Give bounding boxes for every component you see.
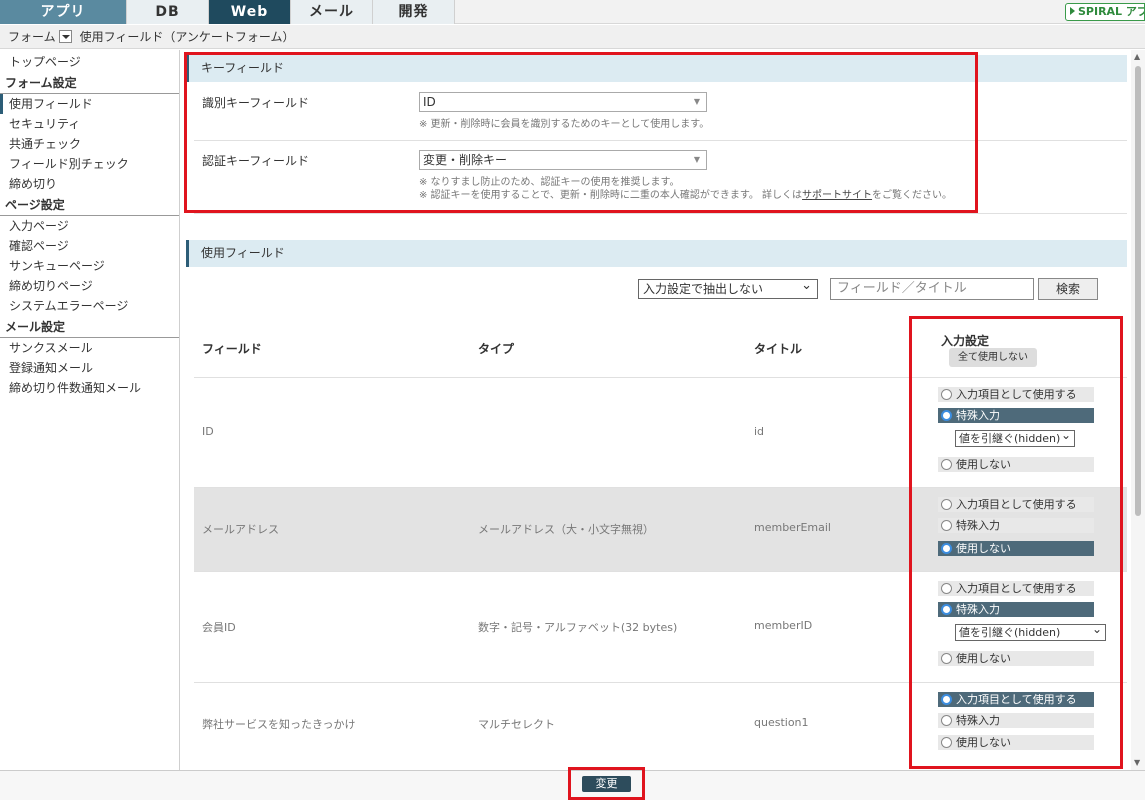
sidebar: トップページ フォーム設定 使用フィールド セキュリティ 共通チェック フィール…	[0, 50, 180, 770]
row-title: question1	[754, 716, 809, 729]
sidebar-item-deadline-page[interactable]: 締め切りページ	[0, 276, 179, 296]
row-title: id	[754, 425, 765, 438]
brand-logo[interactable]: SPIRAL アプリ	[1065, 3, 1145, 21]
search-input[interactable]: フィールド／タイトル	[830, 278, 1034, 300]
sidebar-heading-page: ページ設定	[0, 194, 179, 216]
header-title: タイトル	[754, 342, 803, 356]
row-field: メールアドレス	[202, 523, 279, 536]
tab-app[interactable]: アプリ	[0, 0, 127, 24]
play-icon	[1070, 7, 1075, 15]
scrollbar[interactable]: ▲ ▼	[1131, 50, 1145, 770]
scroll-thumb[interactable]	[1135, 66, 1141, 516]
row-type: マルチセレクト	[478, 718, 555, 731]
sidebar-item-thanks-mail[interactable]: サンクスメール	[0, 338, 179, 358]
row-field: ID	[202, 425, 214, 438]
input-filter-select[interactable]: 入力設定で抽出しない	[638, 277, 818, 299]
tab-web[interactable]: Web	[209, 0, 291, 24]
scroll-up-icon[interactable]: ▲	[1134, 52, 1140, 61]
scroll-down-icon[interactable]: ▼	[1134, 758, 1140, 767]
sidebar-item-top[interactable]: トップページ	[0, 52, 179, 72]
search-button[interactable]: 検索	[1038, 278, 1098, 300]
row-type: 数字・記号・アルファベット(32 bytes)	[478, 621, 678, 634]
sidebar-heading-form: フォーム設定	[0, 72, 179, 94]
breadcrumb-root[interactable]: フォーム	[8, 30, 56, 44]
top-nav: アプリ DB Web メール 開発 SPIRAL アプリ	[0, 0, 1145, 24]
sidebar-item-deadline[interactable]: 締め切り	[0, 174, 179, 194]
tab-dev[interactable]: 開発	[373, 0, 455, 24]
row-title: memberID	[754, 619, 813, 632]
highlight-change-button	[568, 767, 645, 800]
sidebar-item-security[interactable]: セキュリティ	[0, 114, 179, 134]
sidebar-heading-mail: メール設定	[0, 316, 179, 338]
highlight-key-fields	[184, 52, 978, 213]
breadcrumb-current: 使用フィールド（アンケートフォーム）	[79, 30, 295, 44]
breadcrumb: フォーム 使用フィールド（アンケートフォーム）	[0, 25, 1145, 49]
sidebar-item-common-check[interactable]: 共通チェック	[0, 134, 179, 154]
sidebar-item-input-page[interactable]: 入力ページ	[0, 216, 179, 236]
sidebar-item-confirm-page[interactable]: 確認ページ	[0, 236, 179, 256]
tab-db[interactable]: DB	[127, 0, 209, 24]
sidebar-item-notify-mail[interactable]: 登録通知メール	[0, 358, 179, 378]
sidebar-item-used-fields[interactable]: 使用フィールド	[0, 94, 179, 114]
sidebar-item-thanks-page[interactable]: サンキューページ	[0, 256, 179, 276]
highlight-input-settings	[909, 316, 1123, 769]
sidebar-item-deadline-mail[interactable]: 締め切り件数通知メール	[0, 378, 179, 398]
divider	[194, 213, 1127, 214]
chevron-down-icon[interactable]	[58, 30, 72, 43]
row-title: memberEmail	[754, 521, 831, 534]
sidebar-item-field-check[interactable]: フィールド別チェック	[0, 154, 179, 174]
sidebar-item-error-page[interactable]: システムエラーページ	[0, 296, 179, 316]
row-field: 会員ID	[202, 621, 236, 634]
row-type: メールアドレス（大・小文字無視）	[478, 523, 654, 536]
row-field: 弊社サービスを知ったきっかけ	[202, 718, 356, 731]
header-type: タイプ	[478, 342, 515, 356]
header-field: フィールド	[202, 342, 262, 356]
used-fields-heading: 使用フィールド	[186, 240, 1127, 267]
main-content: キーフィールド 識別キーフィールド ID ※ 更新・削除時に会員を識別するための…	[181, 50, 1131, 770]
tab-mail[interactable]: メール	[291, 0, 373, 24]
